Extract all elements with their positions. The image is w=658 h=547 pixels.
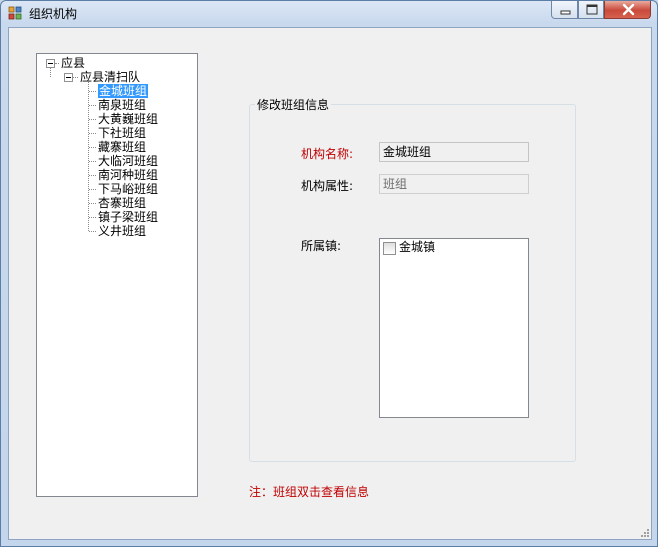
group-legend: 修改班组信息 — [255, 96, 332, 113]
maximize-button[interactable] — [578, 1, 604, 19]
tree-line — [89, 91, 96, 93]
window-title: 组织机构 — [29, 7, 78, 21]
tree-line — [89, 161, 96, 163]
tree-node-item[interactable]: 南河种班组 — [98, 168, 158, 182]
minimize-icon — [560, 10, 571, 15]
tree-line — [55, 63, 59, 65]
tree-node-item[interactable]: 下社班组 — [98, 126, 146, 140]
minimize-button[interactable] — [551, 1, 578, 19]
tree-line — [73, 77, 78, 79]
town-checklist[interactable]: 金城镇 — [379, 238, 529, 418]
client-area: 应县 应县清扫队 金城班组 南泉班组 大黄巍班组 下社班组 藏寨班组 大临河班组 南河种班组… — [8, 27, 652, 540]
tree-line — [89, 119, 96, 121]
tree-node-item[interactable]: 大临河班组 — [98, 154, 158, 168]
tree-node-item[interactable]: 藏寨班组 — [98, 140, 146, 154]
note-text: 注：班组双击查看信息 — [249, 485, 370, 499]
tree-node-item[interactable]: 镇子梁班组 — [98, 210, 158, 224]
tree-node-item[interactable]: 南泉班组 — [98, 98, 146, 112]
close-icon — [622, 3, 635, 16]
collapse-team-icon[interactable] — [64, 73, 73, 82]
tree-line — [89, 203, 96, 205]
tree-line — [89, 189, 96, 191]
name-field[interactable]: 金城班组 — [379, 142, 529, 162]
org-tree[interactable]: 应县 应县清扫队 金城班组 南泉班组 大黄巍班组 下社班组 藏寨班组 大临河班组 南河种班组… — [36, 53, 198, 497]
org-icon — [8, 6, 22, 20]
tree-line — [89, 175, 96, 177]
maximize-icon — [586, 4, 598, 15]
close-button[interactable] — [604, 1, 651, 19]
name-label: 机构名称: — [301, 147, 354, 161]
tree-node-item[interactable]: 大黄巍班组 — [98, 112, 158, 126]
title-bar[interactable]: 组织机构 — [1, 1, 657, 27]
town-checkbox[interactable] — [383, 242, 396, 255]
tree-node-item[interactable]: 下马峪班组 — [98, 182, 158, 196]
tree-line — [89, 105, 96, 107]
tree-node-item[interactable]: 义井班组 — [98, 224, 146, 238]
tree-node-item[interactable]: 杏寨班组 — [98, 196, 146, 210]
tree-node-item[interactable]: 金城班组 — [98, 84, 149, 98]
resize-grip-icon[interactable] — [639, 527, 649, 537]
town-item-label: 金城镇 — [399, 240, 436, 254]
tree-node-root[interactable]: 应县 — [61, 56, 85, 70]
town-label: 所属镇: — [301, 239, 342, 253]
type-label: 机构属性: — [301, 179, 354, 193]
tree-line — [50, 68, 52, 77]
tree-line — [89, 217, 96, 219]
type-field[interactable]: 班组 — [379, 174, 529, 194]
tree-line — [89, 147, 96, 149]
tree-line — [89, 133, 96, 135]
tree-line — [89, 231, 96, 233]
collapse-root-icon[interactable] — [46, 59, 55, 68]
main-window: 组织机构 应县 应县清扫队 金城班组 南泉班组 大黄巍班组 下社班组 藏寨班组 大临河班组… — [0, 0, 658, 547]
